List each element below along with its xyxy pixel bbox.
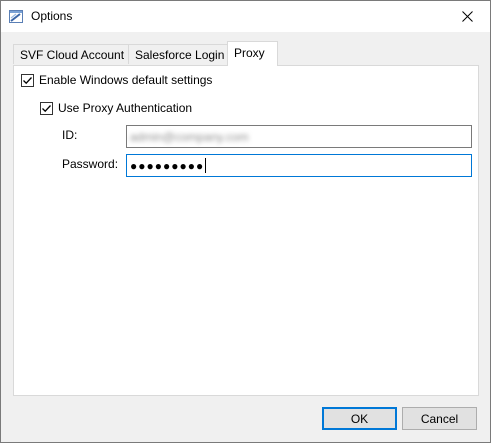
cancel-button[interactable]: Cancel bbox=[402, 407, 477, 430]
title-bar[interactable]: Options bbox=[1, 1, 490, 32]
password-value: ●●●●●●●●● bbox=[130, 158, 205, 173]
enable-windows-default-checkbox[interactable] bbox=[21, 73, 34, 87]
proxy-tab-panel: Enable Windows default settings Use Prox… bbox=[13, 65, 479, 396]
close-button[interactable] bbox=[444, 1, 490, 32]
tab-label: Proxy bbox=[234, 46, 265, 60]
tab-svf-cloud-account[interactable]: SVF Cloud Account bbox=[13, 44, 129, 64]
tab-salesforce-login[interactable]: Salesforce Login bbox=[128, 44, 229, 64]
options-dialog: Options SVF Cloud Account Salesforce Log… bbox=[0, 0, 491, 443]
use-proxy-auth-label: Use Proxy Authentication bbox=[58, 101, 193, 115]
window-title: Options bbox=[31, 9, 73, 23]
options-window-icon bbox=[9, 10, 23, 23]
id-label: ID: bbox=[62, 128, 78, 142]
enable-windows-default-row[interactable]: Enable Windows default settings bbox=[21, 72, 212, 88]
use-proxy-auth-row[interactable]: Use Proxy Authentication bbox=[40, 100, 192, 116]
password-field[interactable]: ●●●●●●●●● bbox=[126, 154, 472, 177]
enable-windows-default-label: Enable Windows default settings bbox=[39, 73, 213, 87]
checkmark-icon bbox=[42, 104, 51, 112]
password-label: Password: bbox=[62, 157, 119, 171]
id-field[interactable]: admin@company.com bbox=[126, 125, 472, 148]
ok-button[interactable]: OK bbox=[322, 407, 397, 430]
close-icon bbox=[461, 11, 473, 22]
text-caret bbox=[205, 158, 207, 173]
id-value: admin@company.com bbox=[130, 129, 249, 144]
use-proxy-auth-checkbox[interactable] bbox=[40, 101, 53, 115]
tab-label: Salesforce Login bbox=[135, 48, 225, 62]
checkmark-icon bbox=[23, 76, 32, 84]
tab-proxy[interactable]: Proxy bbox=[227, 41, 278, 66]
tab-label: SVF Cloud Account bbox=[20, 48, 125, 62]
